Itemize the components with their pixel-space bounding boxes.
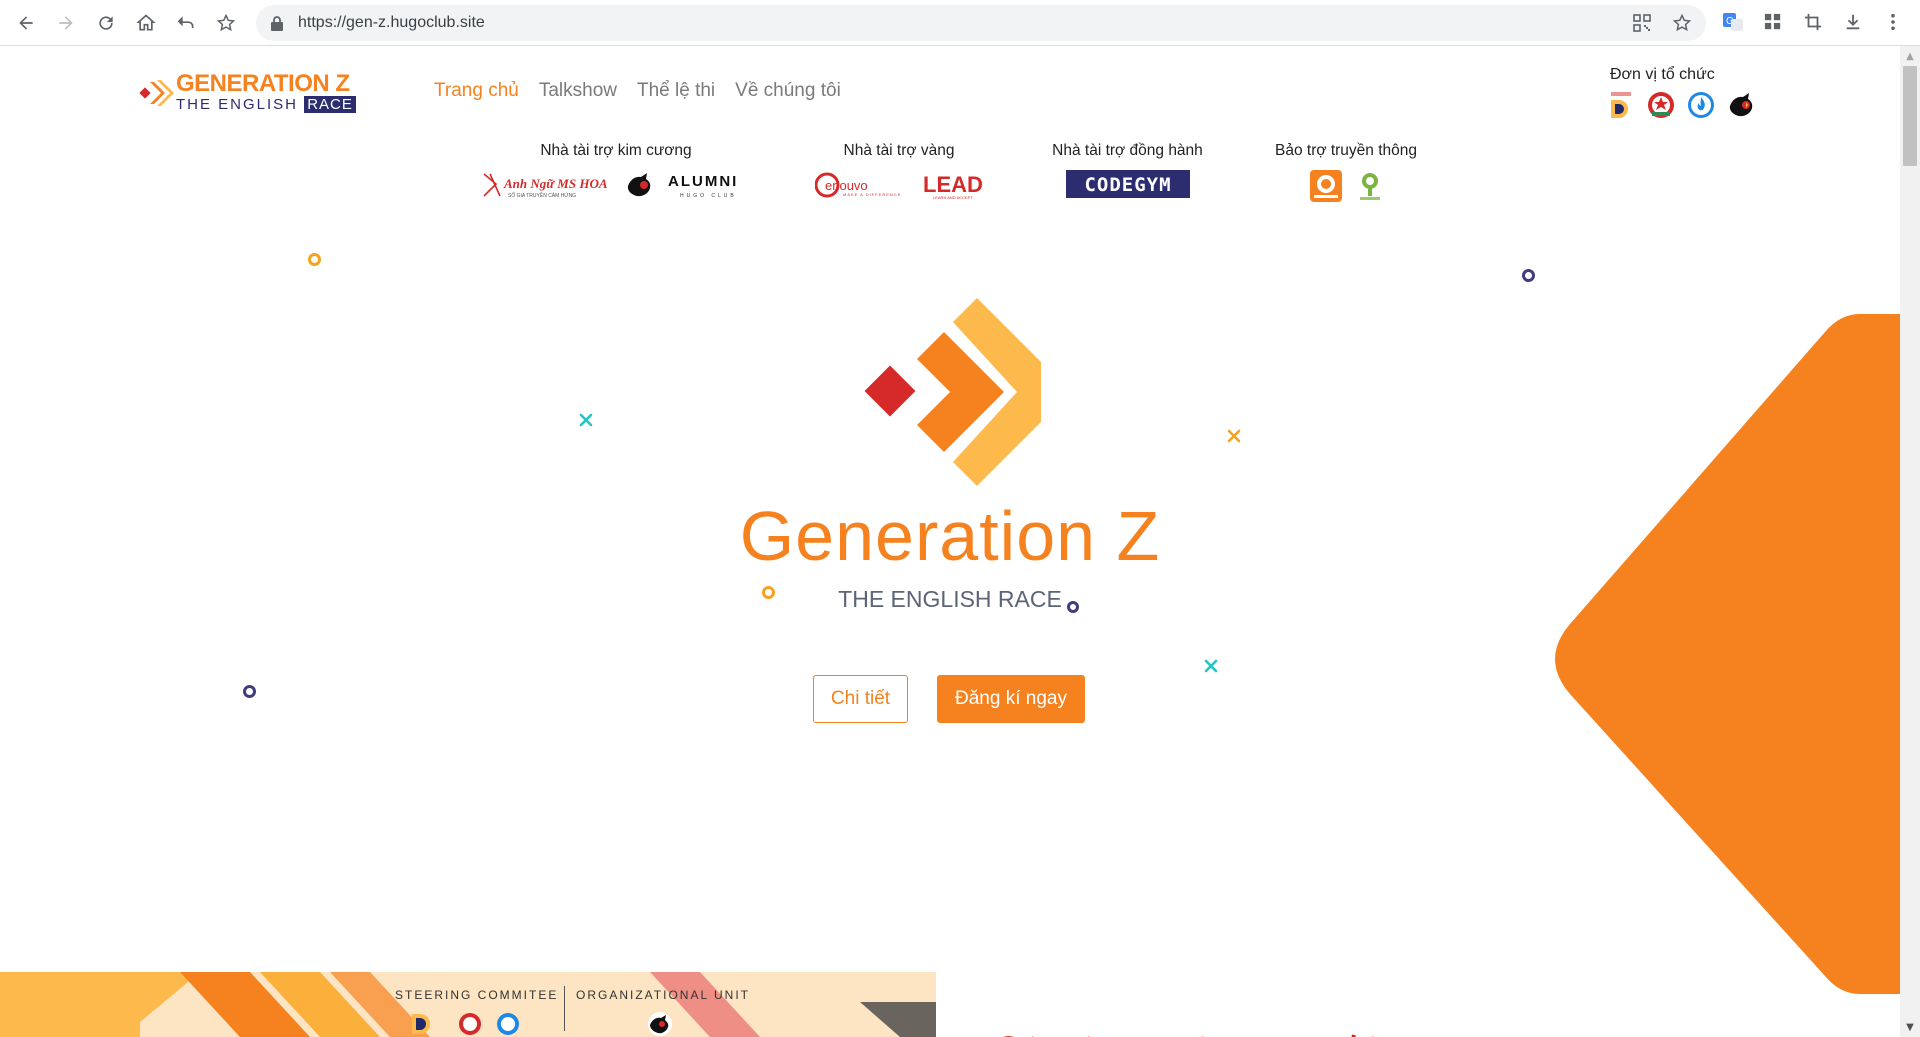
hero-title: Generation Z <box>739 497 1161 575</box>
svg-text:ALUMNI: ALUMNI <box>668 173 738 190</box>
address-bar[interactable]: https://gen-z.hugoclub.site <box>256 5 1706 41</box>
decor-cross <box>579 413 593 427</box>
site-logo[interactable]: GENERATION Z THE ENGLISH RACE <box>138 70 368 113</box>
decorative-orange-shape <box>1555 314 1900 994</box>
scroll-thumb[interactable] <box>1903 66 1917 166</box>
url-text[interactable]: https://gen-z.hugoclub.site <box>298 5 485 41</box>
nav-link-talkshow[interactable]: Talkshow <box>539 80 617 102</box>
scroll-down-arrow-icon[interactable]: ▼ <box>1900 1021 1920 1035</box>
qr-code-icon[interactable] <box>1632 13 1652 33</box>
translate-extension-icon[interactable]: G <box>1722 11 1744 33</box>
organizer-logo-student-association[interactable] <box>1686 90 1716 120</box>
decor-cross <box>1204 659 1218 673</box>
sponsor-group-diamond: Nhà tài trợ kim cương Anh Ngữ MS HOA SỐ … <box>474 142 758 200</box>
svg-text:HUGO CLUB: HUGO CLUB <box>680 193 737 199</box>
apps-extension-icon[interactable] <box>1762 11 1784 33</box>
scroll-up-arrow-icon[interactable]: ▲ <box>1900 50 1920 64</box>
register-button[interactable]: Đăng kí ngay <box>937 675 1085 723</box>
logo-chevron-icon <box>139 80 174 106</box>
nav-link-home[interactable]: Trang chủ <box>434 80 519 102</box>
sponsor-label-diamond: Nhà tài trợ kim cương <box>540 142 692 159</box>
media-logo-orange[interactable] <box>1310 170 1342 202</box>
home-icon[interactable] <box>132 9 160 37</box>
sponsor-label-media: Bảo trợ truyền thông <box>1275 142 1417 159</box>
sponsor-logo-ms-hoa[interactable]: Anh Ngữ MS HOA SỐ GIA TRUYỀN CẢM HỨNG <box>482 170 610 200</box>
bookmark-star-icon[interactable] <box>212 9 240 37</box>
sponsor-label-gold: Nhà tài trợ vàng <box>843 142 955 159</box>
logo-subtitle: THE ENGLISH RACE <box>176 96 356 113</box>
section-title-clipped-text <box>1003 1034 1374 1037</box>
organizer-title: Đơn vị tổ chức <box>1610 66 1715 83</box>
banner-steering-text: STEERING COMMITEE <box>395 988 559 1002</box>
main-navigation: Trang chủ Talkshow Thể lệ thi Về chúng t… <box>434 80 841 102</box>
section-title-partial <box>990 1018 1490 1037</box>
decor-cross <box>1227 429 1241 443</box>
event-banner-image[interactable]: STEERING COMMITEE ORGANIZATIONAL UNIT <box>140 972 936 1037</box>
decor-ring <box>243 685 256 698</box>
organizer-logos <box>1606 90 1756 120</box>
decor-ring <box>308 253 321 266</box>
lock-icon <box>271 16 283 31</box>
svg-text:LEAD: LEAD <box>923 172 983 197</box>
decorative-strip <box>0 972 140 1037</box>
reload-icon[interactable] <box>92 9 120 37</box>
media-logo-green[interactable] <box>1358 171 1382 201</box>
undo-icon[interactable] <box>172 9 200 37</box>
sponsor-group-companion: Nhà tài trợ đồng hành CODEGYM <box>1040 142 1215 198</box>
nav-link-rules[interactable]: Thể lệ thi <box>637 80 715 102</box>
svg-text:enouvo: enouvo <box>825 178 868 193</box>
sponsor-label-companion: Nhà tài trợ đồng hành <box>1052 142 1203 159</box>
svg-text:MAKE A DIFFERENCE: MAKE A DIFFERENCE <box>843 192 901 197</box>
hero-subtitle: THE ENGLISH RACE <box>838 586 1062 612</box>
forward-icon[interactable] <box>52 9 80 37</box>
vertical-scrollbar[interactable]: ▲ ▼ <box>1900 46 1920 1037</box>
banner-logos <box>412 1013 519 1035</box>
details-button[interactable]: Chi tiết <box>813 675 908 723</box>
organizer-logo-hugo-club[interactable] <box>1726 90 1756 120</box>
svg-text:Anh Ngữ MS HOA: Anh Ngữ MS HOA <box>503 176 608 191</box>
sponsor-logo-lead[interactable]: LEAD LEARN AND ACCEPT <box>921 170 983 200</box>
nav-link-about[interactable]: Về chúng tôi <box>735 80 841 102</box>
organizer-logo-youth-union[interactable] <box>1646 90 1676 120</box>
download-icon[interactable] <box>1842 11 1864 33</box>
organizer-logo-university[interactable] <box>1606 90 1636 120</box>
svg-text:SỐ GIA TRUYỀN CẢM HỨNG: SỐ GIA TRUYỀN CẢM HỨNG <box>508 192 576 199</box>
star-icon[interactable] <box>1672 13 1692 33</box>
back-icon[interactable] <box>12 9 40 37</box>
svg-text:LEARN AND ACCEPT: LEARN AND ACCEPT <box>933 195 973 200</box>
browser-toolbar: https://gen-z.hugoclub.site G <box>0 0 1920 46</box>
logo-title: GENERATION Z <box>176 70 350 97</box>
decor-ring <box>1522 269 1535 282</box>
menu-kebab-icon[interactable] <box>1882 11 1904 33</box>
banner-organizational-text: ORGANIZATIONAL UNIT <box>576 988 751 1002</box>
svg-text:CODEGYM: CODEGYM <box>1084 174 1171 196</box>
crop-extension-icon[interactable] <box>1802 11 1824 33</box>
hero-emblem-icon <box>864 298 1044 486</box>
sponsor-logo-codegym[interactable]: CODEGYM <box>1065 170 1190 198</box>
sponsor-logo-enouvo[interactable]: enouvo MAKE A DIFFERENCE <box>815 170 905 200</box>
sponsor-group-gold: Nhà tài trợ vàng enouvo MAKE A DIFFERENC… <box>814 142 984 200</box>
web-page: GENERATION Z THE ENGLISH RACE Trang chủ … <box>0 46 1900 1037</box>
sponsor-logo-alumni[interactable]: ALUMNI HUGO CLUB <box>626 170 750 200</box>
banner-hugo-logo <box>648 1012 672 1036</box>
sponsor-group-media: Bảo trợ truyền thông <box>1264 142 1428 202</box>
